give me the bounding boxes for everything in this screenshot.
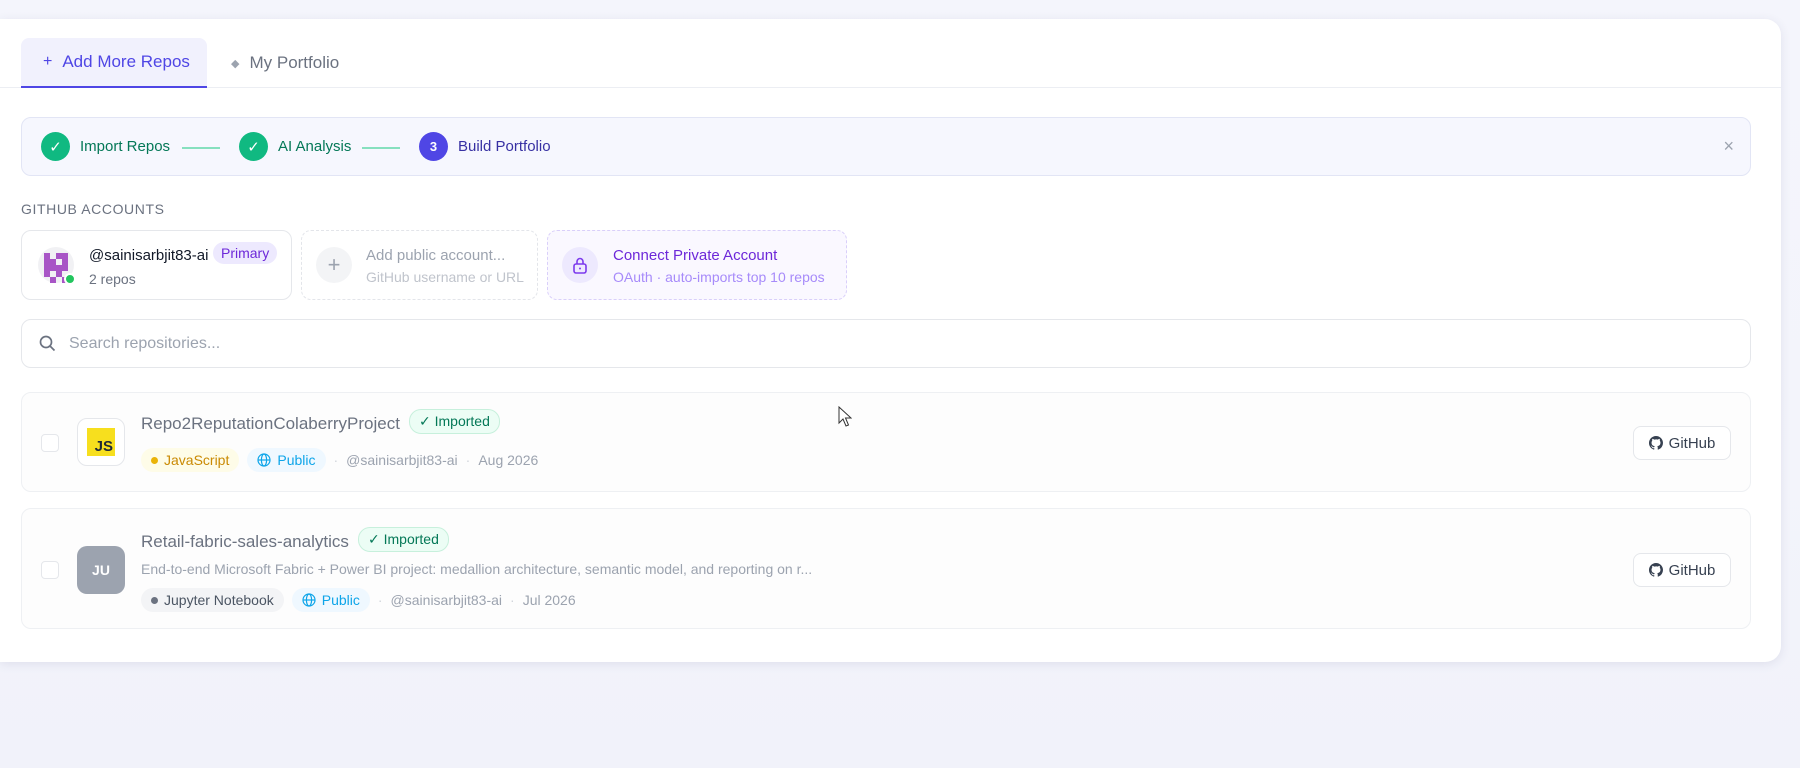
account-card-primary[interactable]: @sainisarbjit83-ai Primary 2 repos [21,230,292,300]
language-dot-icon [151,456,158,464]
step-connector [362,147,400,149]
primary-badge: Primary [213,242,278,264]
repo-name: Retail-fabric-sales-analytics [141,532,349,551]
step-connector [182,147,220,149]
jupyter-icon: JU [77,546,125,594]
add-account-title: Add public account... [366,247,506,264]
javascript-icon: JS [77,418,125,466]
tab-label: Add More Repos [62,52,190,71]
step-import-repos: ✓ Import Repos [41,132,170,161]
search-input[interactable] [69,320,1669,367]
private-account-title: Connect Private Account [613,247,778,264]
github-icon [1648,436,1663,450]
repo-name: Repo2ReputationColaberryProject [141,414,400,433]
repo-checkbox[interactable] [41,434,59,452]
diamond-icon: ◆ [231,57,240,70]
github-button-label: GitHub [1668,561,1716,579]
plus-icon: + [316,247,352,283]
imported-badge: ✓ Imported [409,409,500,434]
repo-row[interactable]: JU Retail-fabric-sales-analytics ✓ Impor… [21,508,1751,629]
mouse-cursor-icon [838,406,852,427]
step-build-portfolio: 3 Build Portfolio [419,132,551,161]
check-icon: ✓ [41,132,70,161]
add-public-account-card[interactable]: + Add public account... GitHub username … [301,230,538,300]
close-icon[interactable]: × [1723,136,1734,157]
add-account-subtitle: GitHub username or URL [366,269,524,285]
repo-meta: JavaScript Public · @sainisarbjit83-ai ·… [141,448,538,472]
private-account-subtitle: OAuth · auto-imports top 10 repos [613,269,825,285]
check-icon: ✓ [239,132,268,161]
repo-description: End-to-end Microsoft Fabric + Power BI p… [141,561,813,577]
repo-import-panel: + Add More Repos ◆ My Portfolio ✓ Import… [0,19,1781,662]
repo-owner: @sainisarbjit83-ai [390,592,503,608]
step-number: 3 [419,132,448,161]
step-label: Build Portfolio [458,138,551,155]
repo-date: Jul 2026 [522,592,576,608]
visibility-pill: Public [291,588,370,612]
language-dot-icon [151,596,158,604]
imported-badge: ✓ Imported [358,527,449,552]
tab-add-more-repos[interactable]: + Add More Repos [21,38,207,88]
tab-bar: + Add More Repos ◆ My Portfolio [0,19,1781,88]
account-repo-count: 2 repos [89,271,136,287]
tab-label: My Portfolio [249,53,340,72]
repo-meta: Jupyter Notebook Public · @sainisarbjit8… [141,588,576,612]
github-button-label: GitHub [1668,434,1716,452]
tab-my-portfolio[interactable]: ◆ My Portfolio [231,38,339,88]
lock-icon [562,247,598,283]
section-heading: GITHUB ACCOUNTS [21,201,165,217]
visibility-pill: Public [247,448,326,472]
step-label: AI Analysis [278,138,352,155]
globe-icon [257,453,271,467]
search-bar [21,319,1751,368]
github-link-button[interactable]: GitHub [1633,426,1731,460]
github-icon [1648,563,1663,577]
account-username: @sainisarbjit83-ai [89,247,209,264]
language-pill: JavaScript [141,448,240,472]
language-pill: Jupyter Notebook [141,588,284,612]
github-link-button[interactable]: GitHub [1633,553,1731,587]
repo-date: Aug 2026 [478,452,539,468]
plus-icon: + [43,53,53,70]
repo-owner: @sainisarbjit83-ai [346,452,458,468]
globe-icon [302,593,316,607]
repo-row[interactable]: JS Repo2ReputationColaberryProject ✓ Imp… [21,392,1751,492]
progress-stepper: ✓ Import Repos ✓ AI Analysis 3 Build Por… [21,117,1751,176]
repo-checkbox[interactable] [41,561,59,579]
search-icon [39,335,56,357]
step-label: Import Repos [80,138,171,155]
online-status-dot [64,273,76,285]
step-ai-analysis: ✓ AI Analysis [239,132,351,161]
connect-private-account-card[interactable]: Connect Private Account OAuth · auto-imp… [547,230,847,300]
